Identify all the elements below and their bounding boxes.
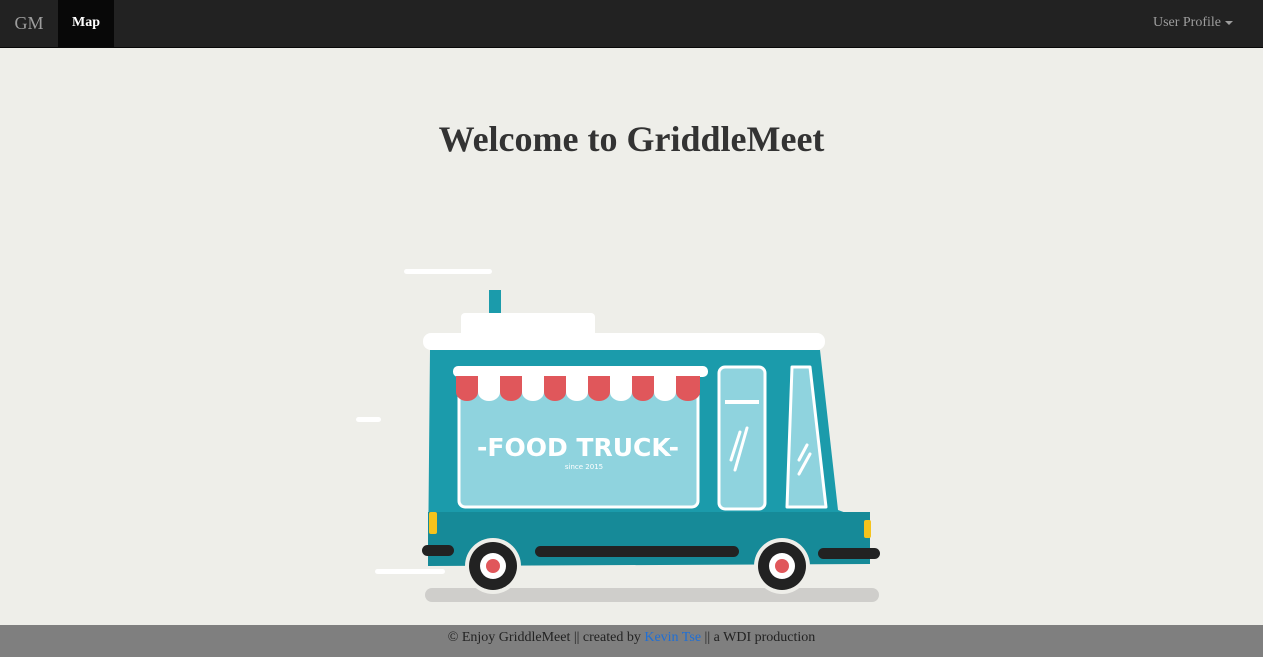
footer: © Enjoy GriddleMeet || created by Kevin … bbox=[0, 625, 1263, 657]
front-wheel bbox=[754, 538, 810, 594]
speed-line bbox=[356, 417, 381, 422]
rear-wheel bbox=[465, 538, 521, 594]
awning-stripe bbox=[566, 376, 588, 401]
awning-stripe bbox=[654, 376, 676, 401]
rear-bumper bbox=[422, 545, 454, 556]
truck-door bbox=[717, 365, 767, 511]
awning-stripe bbox=[632, 376, 654, 401]
footer-prefix: © Enjoy GriddleMeet || created by bbox=[447, 630, 645, 645]
sign-since-text: since 2015 bbox=[565, 463, 603, 471]
awning-stripe bbox=[610, 376, 632, 401]
side-skirt bbox=[535, 546, 739, 557]
speed-line bbox=[375, 569, 445, 574]
awning-bar bbox=[453, 366, 708, 377]
nav-item-map[interactable]: Map bbox=[58, 0, 114, 48]
page-title: Welcome to GriddleMeet bbox=[438, 119, 825, 159]
top-navbar: GM Map User Profile bbox=[0, 0, 1263, 48]
head-light bbox=[864, 520, 871, 538]
awning-stripe bbox=[588, 376, 610, 401]
hub bbox=[486, 559, 500, 573]
author-link[interactable]: Kevin Tse bbox=[644, 630, 701, 645]
awning-stripe bbox=[544, 376, 566, 401]
awning-stripe bbox=[456, 376, 478, 401]
footer-suffix: || a WDI production bbox=[701, 630, 816, 645]
rear-light bbox=[429, 512, 437, 534]
awning-stripe bbox=[522, 376, 544, 401]
truck-roof bbox=[423, 333, 825, 350]
caret-down-icon bbox=[1225, 20, 1233, 25]
awning-stripe bbox=[500, 376, 522, 401]
food-truck-illustration: -FOOD TRUCK- since 2015 bbox=[240, 160, 1040, 620]
speed-line bbox=[404, 269, 492, 274]
hub bbox=[775, 559, 789, 573]
user-profile-dropdown[interactable]: User Profile bbox=[1153, 0, 1233, 48]
user-profile-label: User Profile bbox=[1152, 15, 1221, 30]
front-bumper bbox=[818, 548, 880, 559]
brand-link[interactable]: GM bbox=[0, 0, 58, 48]
awning-stripes bbox=[456, 376, 700, 401]
door-divider bbox=[725, 400, 759, 404]
awning-stripe bbox=[676, 376, 700, 401]
sign-text: -FOOD TRUCK- bbox=[477, 433, 679, 462]
awning-stripe bbox=[478, 376, 500, 401]
